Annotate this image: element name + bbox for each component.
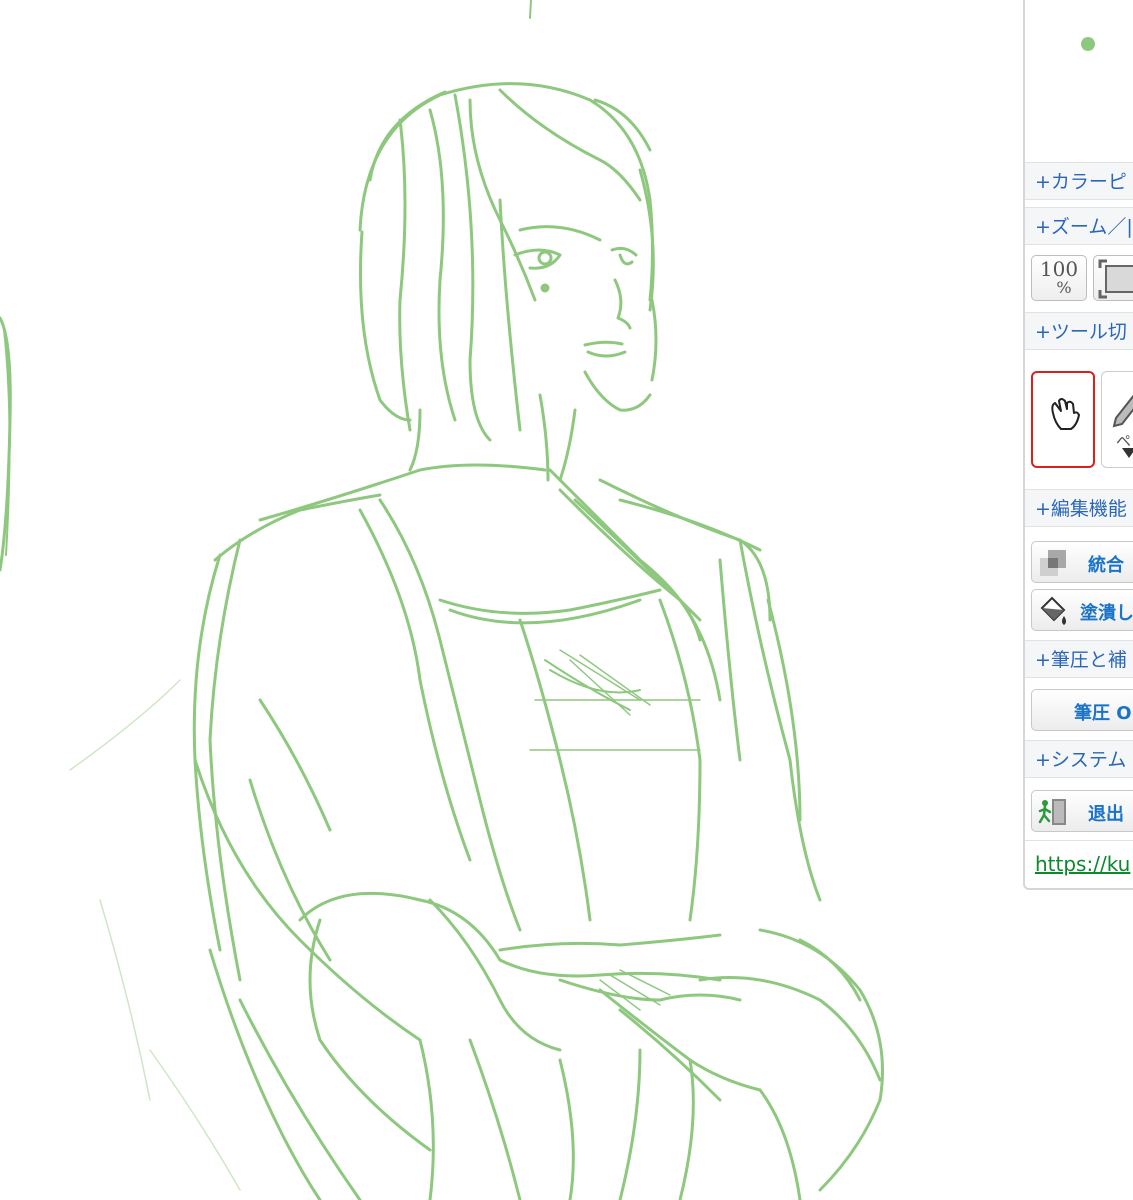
fit-screen-icon (1098, 259, 1133, 299)
section-edit-header[interactable]: +編集機能 (1025, 489, 1133, 527)
drawing-canvas[interactable] (0, 0, 1020, 1200)
zoom-100-label: 100 (1039, 257, 1079, 281)
fill-label: 塗潰し (1080, 603, 1133, 624)
fit-screen-button[interactable] (1093, 255, 1133, 301)
tool-panel: +カラーピ +ズーム／| 100 % +ツール切 ペ +編集機能 統合 塗潰し … (1023, 0, 1133, 890)
chevron-down-icon[interactable] (1122, 448, 1133, 458)
hand-tool-button[interactable] (1031, 371, 1095, 468)
hand-icon (1051, 398, 1080, 430)
pressure-label: 筆圧 ON (1074, 703, 1133, 724)
zoom-100-button[interactable]: 100 % (1031, 255, 1087, 301)
section-color-picker-header[interactable]: +カラーピ (1025, 162, 1133, 200)
section-system-header[interactable]: +システム (1025, 740, 1133, 778)
merge-label: 統合 (1088, 555, 1124, 576)
fill-button[interactable]: 塗潰し (1031, 589, 1133, 631)
zoom-percent-label: % (1056, 278, 1072, 297)
section-tool-switch-header[interactable]: +ツール切 (1025, 312, 1133, 350)
merge-layers-button[interactable]: 統合 (1031, 541, 1133, 583)
divider (1025, 840, 1133, 841)
current-color-swatch[interactable] (1081, 37, 1095, 51)
paint-bucket-icon (1040, 596, 1066, 625)
merge-layers-icon (1040, 550, 1066, 576)
pen-icon (1112, 394, 1133, 428)
exit-label: 退出 (1088, 804, 1124, 825)
section-zoom-header[interactable]: +ズーム／| (1025, 207, 1133, 245)
section-pressure-header[interactable]: +筆圧と補 (1025, 640, 1133, 678)
sketch-drawing (0, 0, 884, 1200)
exit-button[interactable]: 退出 (1031, 790, 1133, 832)
site-link[interactable]: https://ku (1035, 852, 1130, 876)
exit-door-icon (1038, 799, 1066, 825)
pressure-toggle-button[interactable]: 筆圧 ON (1031, 689, 1133, 731)
pen-tool-button[interactable]: ペ (1101, 371, 1133, 468)
